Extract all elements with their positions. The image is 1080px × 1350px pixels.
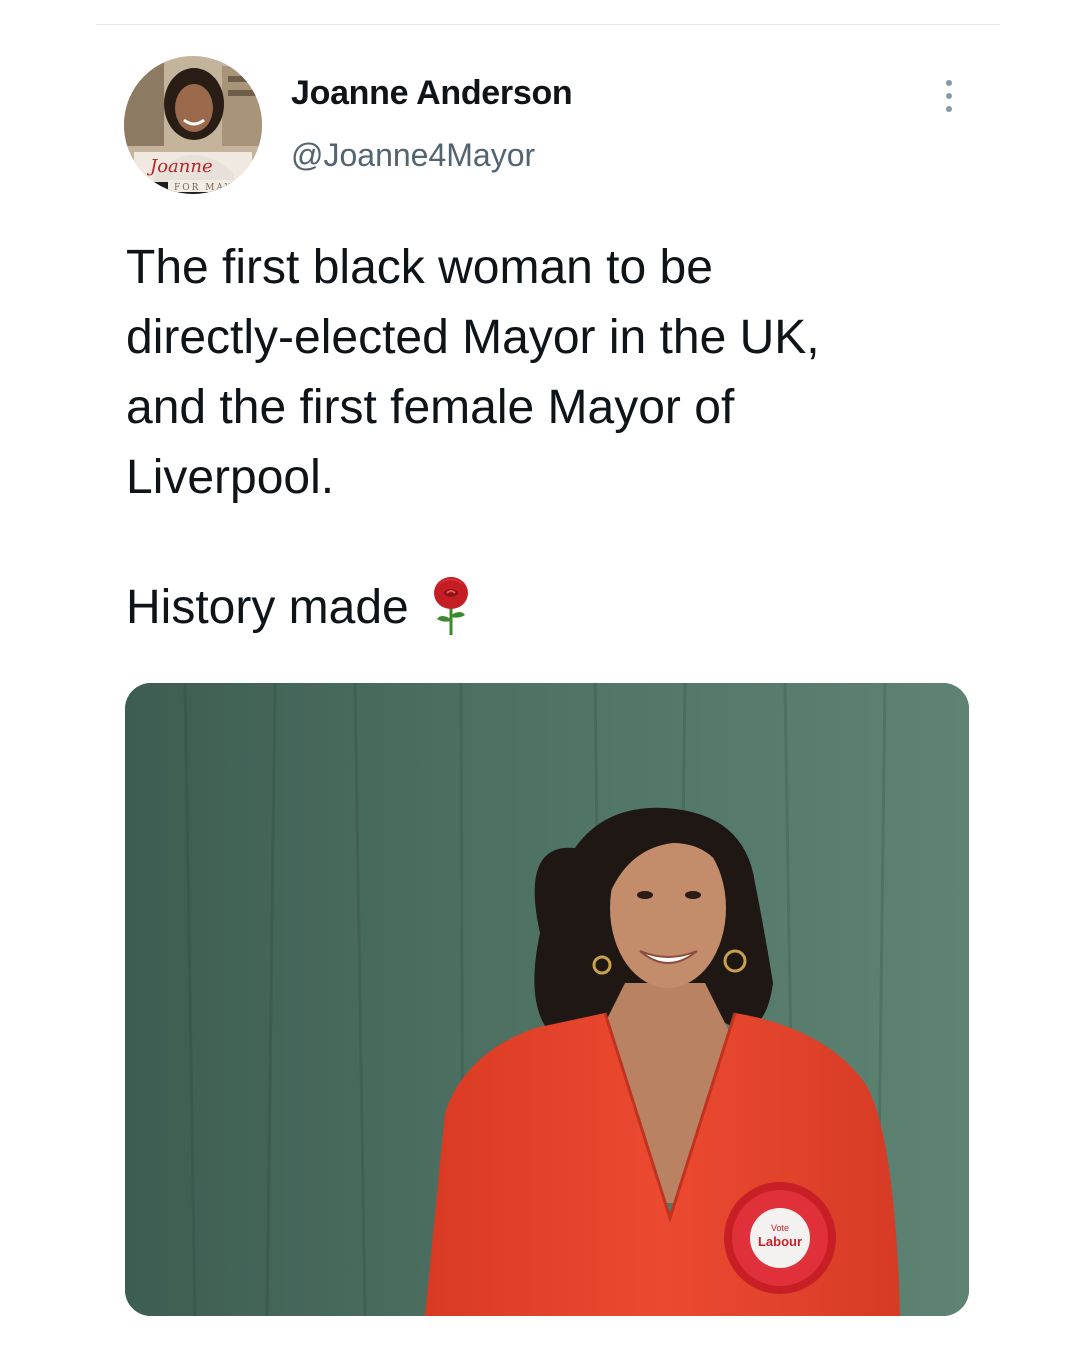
rosette-text-top: Vote [771, 1223, 789, 1233]
tweet-text-paragraph-2: History made [126, 573, 1006, 643]
tweet-photo[interactable]: Vote Labour [125, 683, 969, 1316]
more-dot-icon [946, 80, 952, 86]
avatar-logo-text: Joanne [146, 156, 213, 177]
more-options-button[interactable] [928, 72, 970, 120]
labour-rosette: Vote Labour [724, 1182, 836, 1294]
more-dot-icon [946, 93, 952, 99]
tweet-text-paragraph-1: The first black woman to be directly-ele… [126, 241, 820, 504]
svg-text:FOR MAYOR: FOR MAYOR [174, 183, 251, 193]
author-avatar[interactable]: Joanne FOR MAYOR [124, 56, 262, 194]
author-handle[interactable]: @Joanne4Mayor [291, 137, 535, 174]
tweet-card: Joanne FOR MAYOR Joanne Anderson @Joanne… [0, 0, 1080, 1350]
author-display-name[interactable]: Joanne Anderson [291, 74, 573, 113]
more-dot-icon [946, 106, 952, 112]
tweet-text-history: History made [126, 581, 409, 634]
rosette-text-main: Labour [758, 1234, 802, 1249]
rose-icon [433, 577, 468, 636]
